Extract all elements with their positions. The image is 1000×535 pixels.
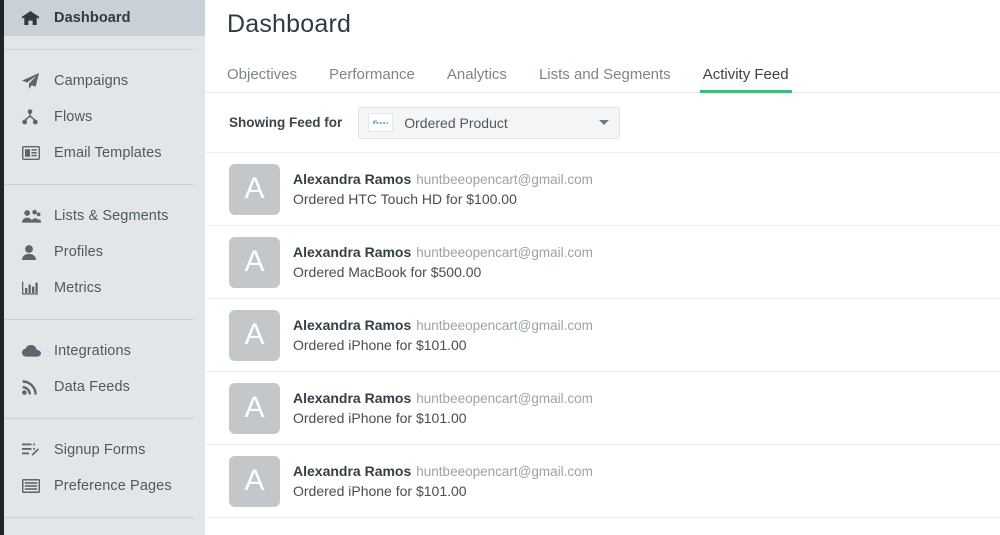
- avatar: A: [229, 382, 280, 434]
- cloud-icon: [22, 342, 44, 360]
- tab-activity-feed[interactable]: Activity Feed: [699, 66, 792, 93]
- paper-plane-icon: [22, 72, 44, 90]
- activity-row-text: Alexandra Ramos huntbeeopencart@gmail.com…: [293, 462, 593, 501]
- sidebar-item-profiles[interactable]: Profiles: [4, 234, 205, 270]
- main-content: Dashboard Objectives Performance Analytics…: [205, 0, 1000, 535]
- sidebar-item-dashboard[interactable]: Dashboard: [4, 0, 205, 36]
- activity-feed-row[interactable]: A Alexandra Ramos huntbeeopencart@gmail.co…: [205, 153, 1000, 226]
- tab-bar: Objectives Performance Analytics Lists and …: [205, 60, 1000, 93]
- preference-page-icon: [22, 477, 44, 495]
- sidebar-nav-list: Dashboard Campaigns Flows Email Templates Li…: [4, 0, 205, 535]
- rss-feed-icon: [22, 378, 44, 396]
- sidebar: Dashboard Campaigns Flows Email Templates Li…: [0, 0, 205, 535]
- profile-name[interactable]: Alexandra Ramos: [293, 463, 411, 479]
- activity-feed-row[interactable]: A Alexandra Ramos huntbeeopencart@gmail.co…: [205, 372, 1000, 445]
- sidebar-item-lists-segments[interactable]: Lists & Segments: [4, 198, 205, 234]
- sidebar-item-metrics[interactable]: Metrics: [4, 270, 205, 306]
- sidebar-item-label: Signup Forms: [54, 441, 146, 458]
- sidebar-item-preference-pages[interactable]: Preference Pages: [4, 468, 205, 504]
- sidebar-item-label: Integrations: [54, 342, 131, 359]
- sidebar-item-label: Dashboard: [54, 9, 131, 26]
- sidebar-item-label: Flows: [54, 108, 93, 125]
- feed-metric-select[interactable]: Ordered Product: [358, 106, 621, 139]
- activity-row-identity: Alexandra Ramos huntbeeopencart@gmail.com: [293, 243, 593, 262]
- integration-logo-icon: [368, 113, 394, 132]
- avatar: A: [229, 455, 280, 507]
- sidebar-item-signup-forms[interactable]: Signup Forms: [4, 432, 205, 468]
- avatar: A: [229, 163, 280, 215]
- email-template-icon: [22, 144, 44, 162]
- profile-name[interactable]: Alexandra Ramos: [293, 390, 411, 406]
- profile-name[interactable]: Alexandra Ramos: [293, 244, 411, 260]
- profile-email: huntbeeopencart@gmail.com: [416, 317, 593, 333]
- profile-email: huntbeeopencart@gmail.com: [416, 463, 593, 479]
- profile-email: huntbeeopencart@gmail.com: [416, 390, 593, 406]
- chevron-down-icon: [599, 120, 610, 125]
- filter-bar: Showing Feed for Ordered Product: [205, 93, 1000, 153]
- users-group-icon: [22, 207, 44, 225]
- app-root: Dashboard Campaigns Flows Email Templates Li…: [0, 0, 1000, 535]
- profile-email: huntbeeopencart@gmail.com: [416, 244, 593, 260]
- signup-form-icon: [22, 441, 44, 459]
- tab-performance[interactable]: Performance: [329, 66, 415, 93]
- activity-feed-row[interactable]: A Alexandra Ramos huntbeeopencart@gmail.co…: [205, 226, 1000, 299]
- activity-feed-row[interactable]: A Alexandra Ramos huntbeeopencart@gmail.co…: [205, 445, 1000, 518]
- sidebar-item-label: Email Templates: [54, 144, 162, 161]
- avatar: A: [229, 236, 280, 288]
- sidebar-item-flows[interactable]: Flows: [4, 99, 205, 135]
- activity-row-description: Ordered MacBook for $500.00: [293, 263, 482, 280]
- activity-row-description: Ordered HTC Touch HD for $100.00: [293, 190, 517, 207]
- activity-row-description: Ordered iPhone for $101.00: [293, 409, 467, 426]
- sidebar-item-campaigns[interactable]: Campaigns: [4, 63, 205, 99]
- activity-row-identity: Alexandra Ramos huntbeeopencart@gmail.com: [293, 462, 593, 481]
- sidebar-item-label: Metrics: [54, 279, 102, 296]
- activity-row-description: Ordered iPhone for $101.00: [293, 336, 467, 353]
- activity-row-identity: Alexandra Ramos huntbeeopencart@gmail.com: [293, 316, 593, 335]
- page-title: Dashboard: [227, 10, 352, 38]
- activity-row-description: Ordered iPhone for $101.00: [293, 482, 467, 499]
- activity-row-text: Alexandra Ramos huntbeeopencart@gmail.com…: [293, 170, 593, 209]
- tab-analytics[interactable]: Analytics: [447, 66, 507, 93]
- profile-name[interactable]: Alexandra Ramos: [293, 317, 411, 333]
- activity-row-text: Alexandra Ramos huntbeeopencart@gmail.com…: [293, 243, 593, 282]
- filter-label: Showing Feed for: [229, 115, 343, 130]
- avatar: A: [229, 309, 280, 361]
- sidebar-item-label: Preference Pages: [54, 477, 172, 494]
- profile-email: huntbeeopencart@gmail.com: [416, 171, 593, 187]
- activity-row-identity: Alexandra Ramos huntbeeopencart@gmail.com: [293, 389, 593, 408]
- activity-feed-row[interactable]: A Alexandra Ramos huntbeeopencart@gmail.co…: [205, 299, 1000, 372]
- window-edge-strip: [0, 0, 4, 535]
- tab-objectives[interactable]: Objectives: [227, 66, 297, 93]
- person-icon: [22, 243, 44, 261]
- profile-name[interactable]: Alexandra Ramos: [293, 171, 411, 187]
- sidebar-item-label: Campaigns: [54, 72, 129, 89]
- sidebar-item-data-feeds[interactable]: Data Feeds: [4, 369, 205, 405]
- sidebar-item-email-templates[interactable]: Email Templates: [4, 135, 205, 171]
- sidebar-item-label: Data Feeds: [54, 378, 130, 395]
- tab-lists-and-segments[interactable]: Lists and Segments: [539, 66, 671, 93]
- activity-feed-list: A Alexandra Ramos huntbeeopencart@gmail.co…: [205, 153, 1000, 518]
- sidebar-item-label: Profiles: [54, 243, 104, 260]
- sidebar-item-integrations[interactable]: Integrations: [4, 333, 205, 369]
- activity-row-text: Alexandra Ramos huntbeeopencart@gmail.com…: [293, 389, 593, 428]
- feed-metric-select-value: Ordered Product: [404, 114, 508, 131]
- home-icon: [22, 9, 44, 27]
- bar-chart-icon: [22, 279, 44, 297]
- flow-node-icon: [22, 108, 44, 126]
- activity-row-identity: Alexandra Ramos huntbeeopencart@gmail.com: [293, 170, 593, 189]
- sidebar-item-label: Lists & Segments: [54, 207, 169, 224]
- activity-row-text: Alexandra Ramos huntbeeopencart@gmail.com…: [293, 316, 593, 355]
